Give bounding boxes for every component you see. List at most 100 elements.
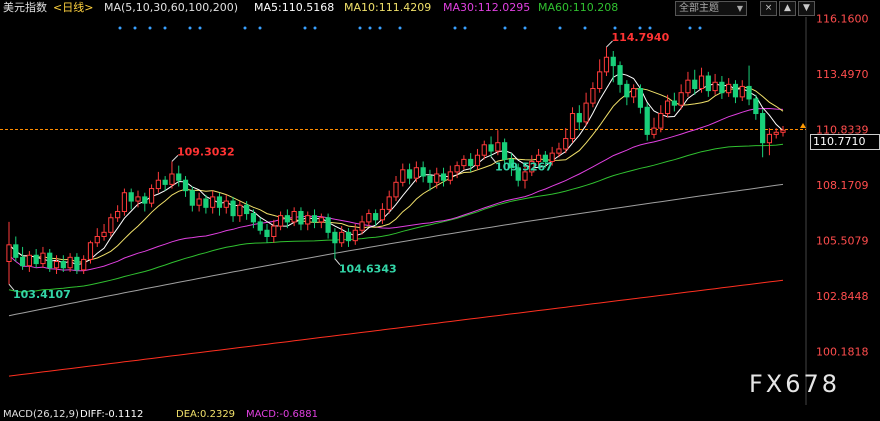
annotation-high-label: 114.7940 (611, 31, 669, 44)
candle-body (583, 102, 589, 123)
candle-body (379, 208, 386, 221)
event-marker (188, 26, 192, 30)
candle-body (339, 231, 345, 244)
candle-body (203, 198, 209, 208)
candle-body (637, 88, 644, 108)
macd-dea: DEA:0.2329 (176, 409, 236, 420)
candle-body (101, 231, 107, 237)
candle-body (651, 127, 657, 135)
macd-dif: DIFF:-0.1112 (80, 409, 144, 420)
candle-body (434, 173, 440, 183)
candle-body (610, 56, 616, 67)
candle-body (325, 217, 331, 233)
candle-body (121, 192, 128, 212)
candle-body (400, 169, 406, 183)
candle-body (685, 79, 691, 94)
event-marker (243, 26, 247, 30)
candle-body (386, 196, 392, 210)
candle-body (284, 215, 290, 223)
event-marker (453, 26, 457, 30)
candle-body (182, 179, 189, 192)
candle-body (87, 242, 94, 260)
event-marker (133, 26, 137, 30)
event-marker (398, 26, 402, 30)
candle-body (420, 167, 426, 177)
ma200-line (8, 279, 784, 377)
candle-body (406, 169, 413, 179)
candle-body (67, 256, 73, 269)
event-marker (358, 26, 362, 30)
candle-body (271, 225, 277, 237)
candle-body (753, 98, 759, 115)
candlestick-chart: 116.1600113.4970110.8339108.1709105.5079… (0, 13, 869, 405)
candle-body (277, 215, 284, 227)
candle-body (468, 158, 474, 167)
candle-body (481, 144, 487, 156)
event-marker (638, 26, 642, 30)
candle-body (305, 215, 311, 225)
annotation-low-label: 104.6343 (339, 263, 397, 276)
candle-body (413, 167, 419, 179)
macd-label: MACD(26,12,9) (3, 409, 79, 420)
candle-body (135, 196, 141, 202)
candle-body (454, 165, 460, 173)
candle-body (732, 83, 739, 98)
candle-body (658, 113, 664, 129)
candle-body (576, 113, 582, 123)
y-tick-label: 108.1709 (816, 179, 869, 192)
candle-body (359, 221, 365, 231)
event-marker (463, 26, 467, 30)
annotation-low-label: 109.5267 (495, 161, 553, 174)
candle-body (373, 213, 379, 221)
candle-body (162, 179, 168, 185)
candle-body (427, 175, 433, 183)
y-tick-label: 105.5079 (816, 234, 869, 247)
candle-body (631, 88, 637, 98)
candle-body (189, 190, 195, 206)
candle-body (155, 179, 161, 190)
price-arrow-marker (800, 123, 806, 128)
candle-body (563, 138, 569, 150)
candle-body (569, 113, 576, 140)
event-marker (368, 26, 372, 30)
event-marker (688, 26, 692, 30)
candle-body (502, 142, 508, 160)
candle-body (746, 85, 752, 100)
event-marker (313, 26, 317, 30)
candle-body (603, 56, 610, 73)
candle-body (393, 181, 399, 198)
candle-body (291, 210, 297, 223)
event-marker (583, 26, 587, 30)
candle-body (766, 133, 773, 144)
candle-body (474, 154, 481, 167)
candle-body (148, 188, 155, 204)
y-tick-label: 113.4970 (816, 68, 869, 81)
candle-body (108, 217, 114, 233)
candle-body (244, 204, 250, 215)
candle-body (671, 100, 677, 106)
candle-body (94, 235, 100, 244)
candle-body (210, 196, 216, 208)
candle-body (488, 144, 494, 152)
candle-body (590, 88, 596, 104)
candle-body (773, 131, 779, 135)
candle-body (47, 252, 53, 269)
event-marker (523, 26, 527, 30)
candle-body (237, 204, 243, 217)
current-price-box: 110.7710 (810, 134, 880, 150)
y-tick-label: 102.8448 (816, 290, 869, 303)
candle-body (597, 71, 603, 90)
candle-body (196, 198, 202, 206)
candle-body (698, 75, 705, 90)
event-marker (198, 26, 202, 30)
candle-body (26, 254, 32, 267)
candle-body (230, 200, 236, 217)
candle-body (298, 210, 304, 225)
candle-body (60, 261, 66, 269)
candle-body (692, 79, 698, 90)
event-marker (378, 26, 382, 30)
candle-body (495, 142, 501, 152)
candle-body (617, 65, 623, 85)
candle-body (40, 252, 46, 265)
candle-body (6, 244, 12, 263)
